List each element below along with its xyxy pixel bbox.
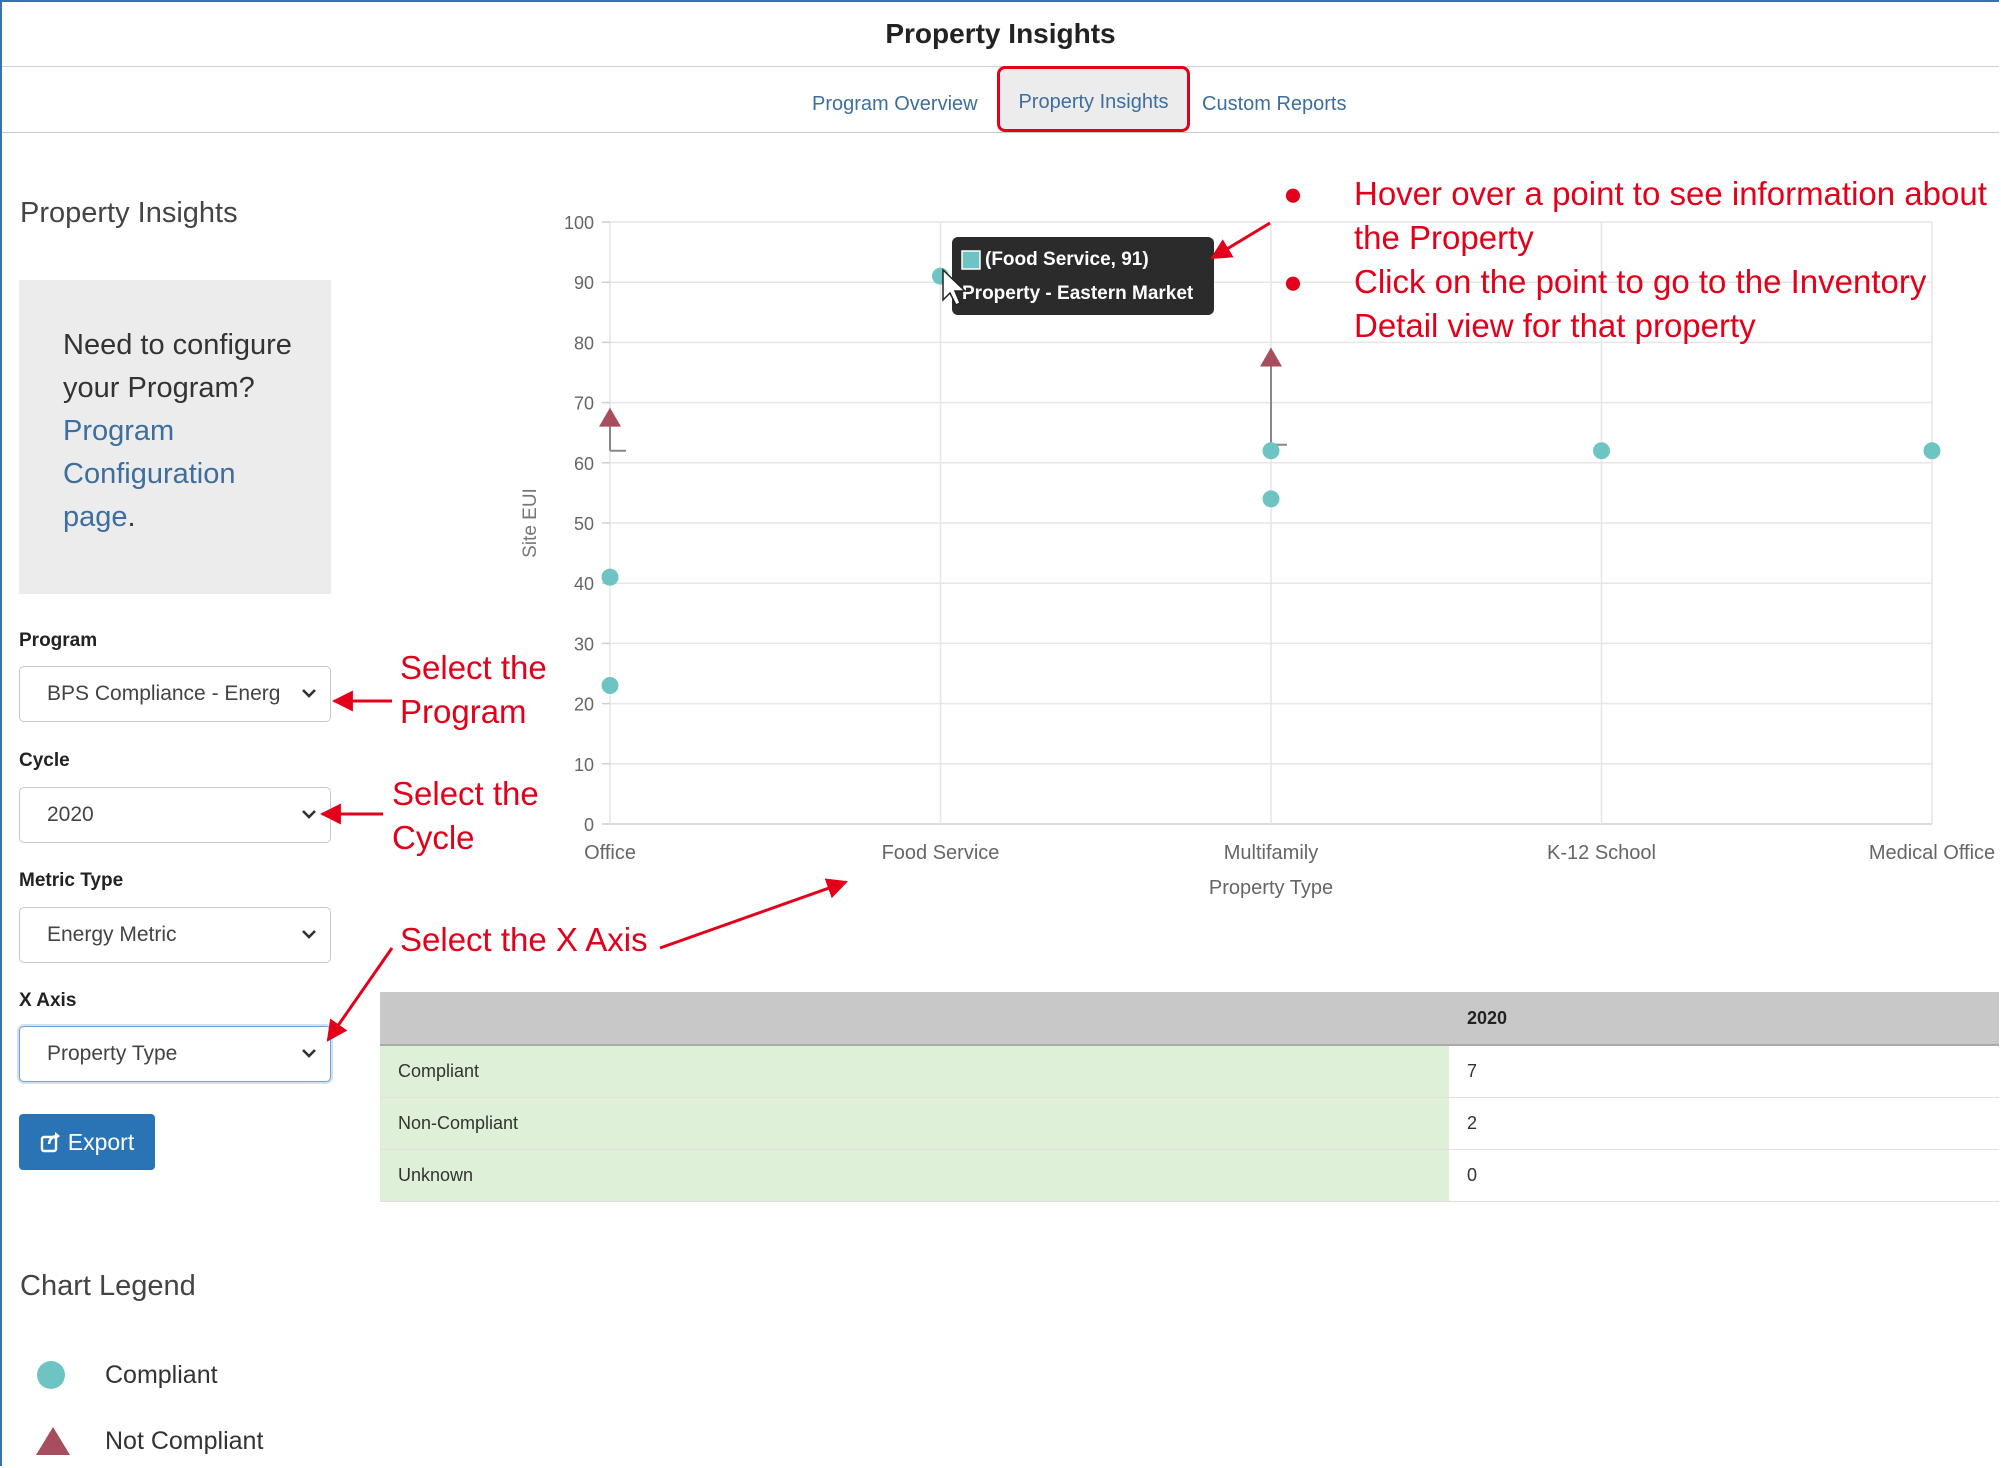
hover-instruction-text-1: Hover over a point to see information ab… [1354, 175, 1987, 256]
annotation-select-program: Select the Program [400, 649, 547, 730]
x-axis-title: Property Type [1209, 877, 1333, 899]
legend-label-not-compliant: Not Compliant [105, 1426, 264, 1455]
bullet-icon: ● [1283, 263, 1303, 300]
row-label-unknown: Unknown [380, 1149, 1449, 1202]
x-tick-label: Medical Office [1869, 842, 1995, 864]
row-label-compliant: Compliant [380, 1045, 1449, 1098]
compliant-point [601, 677, 619, 695]
metric-type-select-value: Energy Metric [47, 923, 177, 946]
hover-instruction-1: ● Hover over a point to see information … [1280, 172, 2000, 260]
annotation-select-cycle: Select the Cycle [392, 775, 539, 856]
x-tick-label: K-12 School [1547, 842, 1656, 864]
compliant-point [1262, 442, 1280, 460]
y-tick-label: 90 [574, 273, 594, 293]
table-header-blank [380, 992, 1449, 1046]
table-row: Non-Compliant 2 [380, 1097, 1999, 1150]
x-axis-select-value: Property Type [47, 1042, 178, 1065]
row-value-unknown: 0 [1449, 1149, 1999, 1202]
not-compliant-triangle-icon [36, 1427, 70, 1455]
share-icon [40, 1132, 60, 1153]
hover-instruction-2: ● Click on the point to go to the Invent… [1280, 260, 2000, 348]
y-axis-title: Site EUI [520, 488, 541, 558]
x-axis-ticks: Office Food Service Multifamily K-12 School… [584, 842, 1995, 864]
annotation-select-x-axis: Select the X Axis [400, 921, 648, 958]
table-header-row: 2020 [380, 992, 1999, 1046]
chevron-down-icon [302, 1049, 316, 1058]
hover-instruction-text-2: Click on the point to go to the Inventor… [1354, 263, 1927, 344]
y-tick-label: 0 [584, 815, 594, 835]
site-eui-scatter-chart: 0102030405060708090100 Office Food Servic… [520, 213, 1995, 899]
x-axis-select[interactable]: Property Type [19, 1026, 331, 1082]
y-tick-label: 10 [574, 755, 594, 775]
chevron-down-icon [302, 930, 316, 939]
compliant-point [1593, 442, 1610, 460]
not-compliant-point [1260, 347, 1282, 367]
tooltip-line-2: Property - Eastern Market [962, 283, 1194, 304]
y-tick-label: 80 [574, 333, 594, 353]
export-button[interactable]: Export [19, 1114, 155, 1170]
x-tick-label: Office [584, 842, 636, 864]
compliance-summary-table: 2020 Compliant 7 Non-Compliant 2 Unknown… [380, 992, 1999, 1202]
tooltip-line-1: (Food Service, 91) [985, 249, 1149, 270]
legend-label-compliant: Compliant [105, 1360, 218, 1389]
point-tooltip: (Food Service, 91) Property - Eastern Ma… [952, 237, 1214, 315]
y-axis-ticks: 0102030405060708090100 [564, 213, 610, 835]
x-axis-label: X Axis [19, 990, 77, 1011]
y-tick-label: 100 [564, 213, 594, 233]
compliant-point [1923, 442, 1941, 460]
y-tick-label: 40 [574, 574, 594, 594]
legend-item-not-compliant: Not Compliant [34, 1424, 263, 1458]
tooltip-swatch [961, 250, 981, 270]
chart-legend-title: Chart Legend [20, 1270, 196, 1302]
table-row: Unknown 0 [380, 1149, 1999, 1202]
table-row: Compliant 7 [380, 1045, 1999, 1098]
legend-item-compliant: Compliant [34, 1358, 218, 1392]
row-label-non-compliant: Non-Compliant [380, 1097, 1449, 1150]
compliant-circle-icon [37, 1361, 65, 1389]
table-header-year: 2020 [1449, 992, 1999, 1046]
x-tick-label: Multifamily [1224, 842, 1318, 864]
compliant-point [601, 568, 619, 586]
compliant-point [1262, 490, 1280, 508]
y-tick-label: 70 [574, 394, 594, 414]
y-tick-label: 60 [574, 454, 594, 474]
metric-type-select[interactable]: Energy Metric [19, 907, 331, 963]
hover-instructions: ● Hover over a point to see information … [1280, 172, 2000, 348]
y-tick-label: 50 [574, 514, 594, 534]
x-tick-label: Food Service [882, 842, 1000, 864]
row-value-compliant: 7 [1449, 1045, 1999, 1098]
not-compliant-point [599, 407, 621, 427]
bullet-icon: ● [1283, 175, 1303, 212]
export-label: Export [67, 1128, 135, 1155]
row-value-non-compliant: 2 [1449, 1097, 1999, 1150]
